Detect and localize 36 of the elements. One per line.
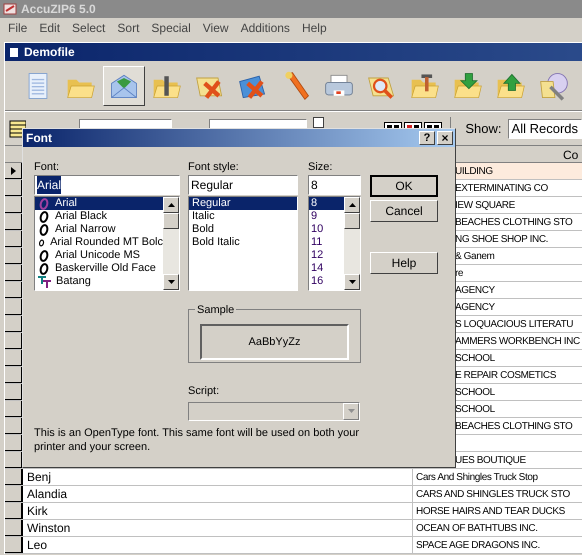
table-cell-text: Leo [27, 537, 48, 554]
table-cell-text: Benj [27, 469, 52, 486]
font-style-label: Font style: [188, 160, 240, 175]
table-cell-text: Kirk [27, 503, 48, 520]
table-cell-text: OCEAN OF BATHTUBS INC. [416, 522, 538, 536]
app-title: AccuZIP6 5.0 [21, 1, 96, 18]
table-cell-text: BEACHES CLOTHING STO [455, 420, 572, 434]
table-cell-text: Winston [27, 520, 70, 537]
table-cell-text: EXTERMINATING CO [455, 182, 548, 196]
table-cell-text: CARS AND SHINGLES TRUCK STO [416, 488, 570, 502]
table-cell-text: NG SHOE SHOP INC. [455, 232, 548, 246]
table-cell-text: SPACE AGE DRAGONS INC. [416, 538, 540, 552]
table-cell-text: AGENCY [455, 284, 495, 298]
table-cell-text: UILDING [455, 164, 493, 178]
size-label: Size: [308, 160, 334, 175]
table-cell-text: AMMERS WORKBENCH INC [455, 334, 580, 348]
document-title: Demofile [24, 44, 75, 61]
dialog-title: Font [26, 130, 52, 147]
font-label: Font: [34, 160, 60, 175]
table-cell-text: Cars And Shingles Truck Stop [416, 470, 538, 484]
table-cell-text: SCHOOL [455, 402, 495, 416]
table-cell-text: S LOQUACIOUS LITERATU [455, 318, 574, 332]
font-description: This is an OpenType font. This same font will be used on both your printer and your screen. [34, 426, 360, 454]
table-cell-text: SCHOOL [455, 386, 495, 400]
sample-preview: AaBbYyZz [200, 324, 349, 360]
table-cell-text: E REPAIR COSMETICS [455, 368, 556, 382]
table-cell-text: AGENCY [455, 300, 495, 314]
table-cell-text: IEW SQUARE [455, 198, 515, 212]
table-cell-text: BEACHES CLOTHING STO [455, 216, 572, 230]
table-cell-text: SCHOOL [455, 352, 495, 366]
show-label: Show: [465, 120, 502, 138]
table-cell-text: Alandia [27, 486, 68, 503]
sample-label: Sample [195, 302, 236, 318]
script-label: Script: [188, 384, 220, 399]
table-cell-text: UES BOUTIQUE [455, 454, 526, 468]
table-cell-text: HORSE HAIRS AND TEAR DUCKS [416, 504, 565, 518]
